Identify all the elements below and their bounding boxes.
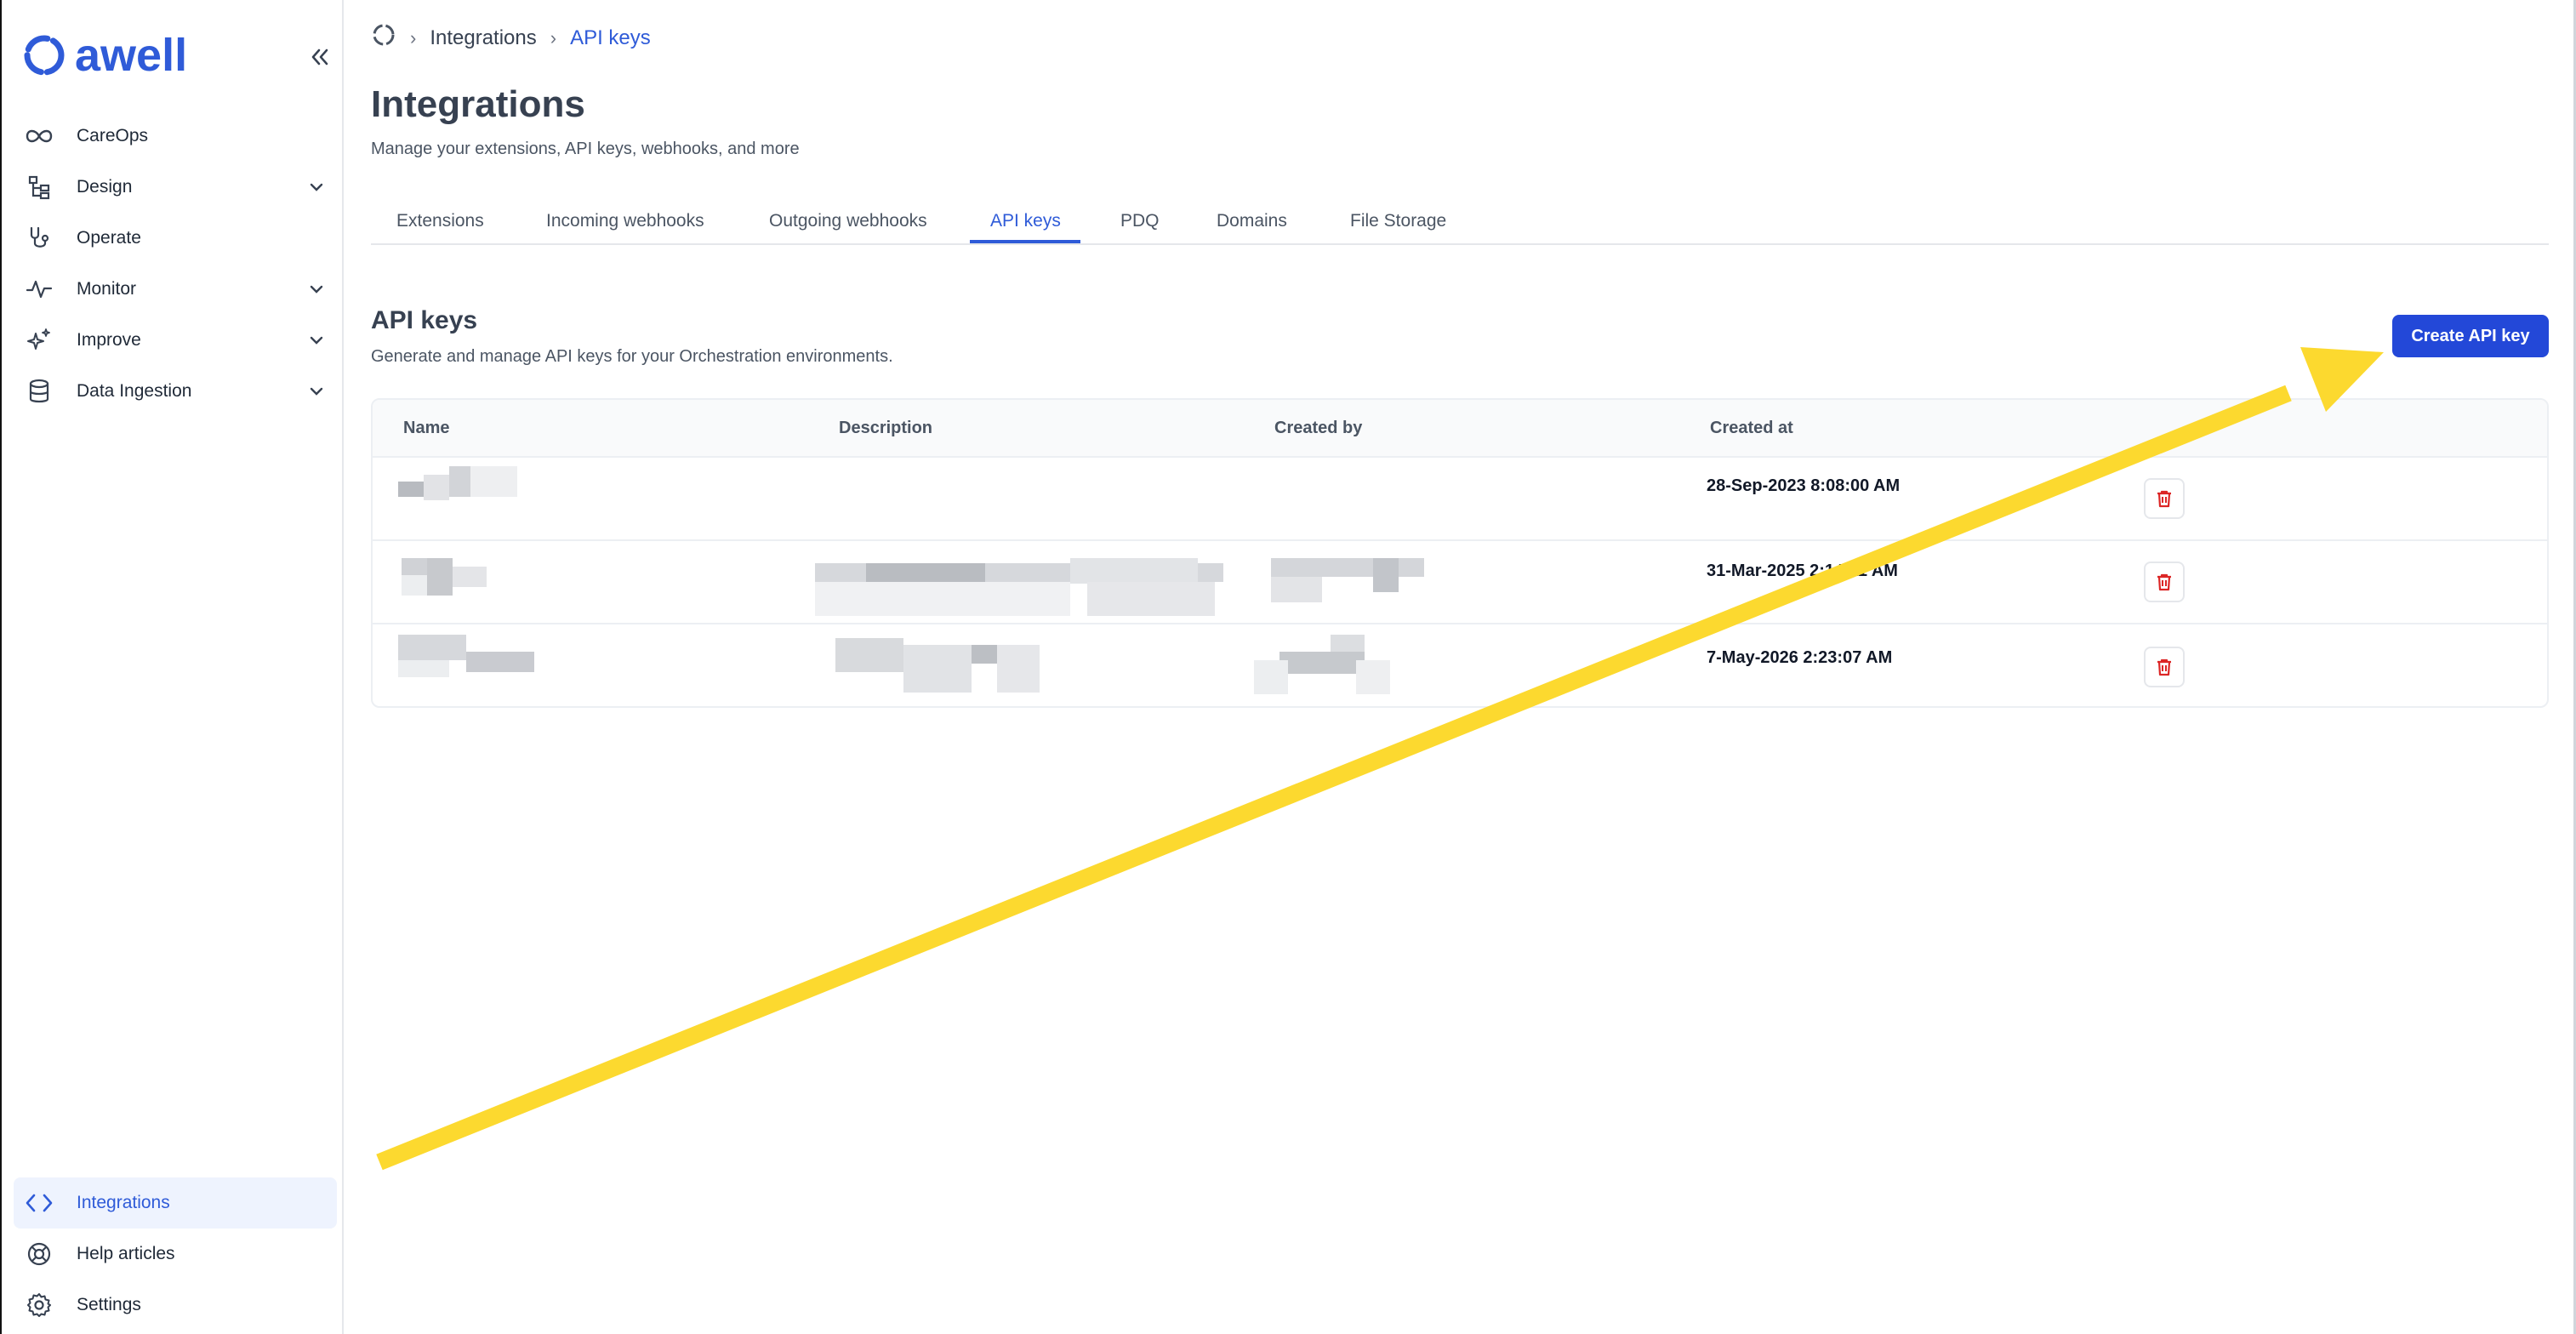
chevron-down-icon[interactable] (306, 177, 327, 197)
delete-button[interactable] (2144, 478, 2185, 519)
trash-icon (2157, 490, 2171, 508)
tab-pdq[interactable]: PDQ (1120, 211, 1160, 231)
section-subtitle: Generate and manage API keys for your Or… (371, 347, 893, 366)
column-header-name[interactable]: Name (403, 419, 449, 438)
sidebar: awell CareOps Design Operate Monitor Imp… (2, 0, 344, 1334)
active-tab-indicator (970, 240, 1080, 243)
sidebar-item-label: CareOps (77, 126, 149, 145)
tree-structure-icon (22, 170, 56, 204)
tab-extensions[interactable]: Extensions (396, 211, 484, 231)
breadcrumb: › Integrations › API keys (371, 22, 651, 54)
redacted-name (398, 635, 534, 682)
table-header: Name Description Created by Created at (373, 400, 2547, 458)
breadcrumb-integrations[interactable]: Integrations (430, 26, 536, 50)
sidebar-item-label: Help articles (77, 1244, 175, 1263)
tab-api-keys[interactable]: API keys (990, 211, 1061, 231)
tab-bar: Extensions Incoming webhooks Outgoing we… (371, 201, 2549, 245)
created-at-cell: 28-Sep-2023 8:08:00 AM (1707, 476, 1901, 495)
chevron-down-icon[interactable] (306, 330, 327, 351)
column-header-created-at[interactable]: Created at (1710, 419, 1793, 438)
sidebar-item-help-articles[interactable]: Help articles (14, 1229, 337, 1280)
sidebar-item-monitor[interactable]: Monitor (14, 264, 337, 315)
table-row[interactable]: 31-Mar-2025 2:14:11 AM (373, 541, 2547, 624)
sidebar-item-label: Design (77, 177, 133, 197)
redacted-name (398, 466, 517, 504)
sidebar-item-careops[interactable]: CareOps (14, 111, 337, 162)
trash-icon (2157, 658, 2171, 676)
logo-text: awell (75, 30, 188, 81)
chevron-down-icon[interactable] (306, 381, 327, 402)
redacted-created-by (1254, 635, 1390, 694)
breadcrumb-separator-icon: › (410, 26, 417, 48)
page-title: Integrations (371, 83, 585, 125)
sidebar-item-operate[interactable]: Operate (14, 213, 337, 264)
gear-icon (22, 1288, 56, 1322)
delete-button[interactable] (2144, 647, 2185, 687)
breadcrumb-separator-icon: › (550, 26, 557, 48)
redacted-description (835, 638, 1040, 693)
awell-logo-icon (24, 35, 65, 76)
section-title: API keys (371, 306, 478, 334)
sidebar-item-label: Settings (77, 1295, 141, 1314)
page-subtitle: Manage your extensions, API keys, webhoo… (371, 140, 800, 158)
collapse-sidebar-icon[interactable] (306, 44, 332, 70)
activity-pulse-icon (22, 272, 56, 306)
main-nav: CareOps Design Operate Monitor Improve D… (14, 111, 337, 417)
trash-icon (2157, 573, 2171, 591)
created-at-cell: 7-May-2026 2:23:07 AM (1707, 648, 1893, 667)
sidebar-item-improve[interactable]: Improve (14, 315, 337, 366)
sidebar-item-integrations[interactable]: Integrations (14, 1177, 337, 1229)
sparkles-icon (22, 323, 56, 357)
stethoscope-icon (22, 221, 56, 255)
lifebuoy-icon (22, 1237, 56, 1271)
tab-domains[interactable]: Domains (1217, 211, 1287, 231)
code-brackets-icon (22, 1186, 56, 1220)
redacted-description (815, 558, 1223, 618)
chevron-down-icon[interactable] (306, 279, 327, 299)
sidebar-item-label: Data Ingestion (77, 381, 192, 401)
tab-outgoing-webhooks[interactable]: Outgoing webhooks (769, 211, 927, 231)
breadcrumb-api-keys[interactable]: API keys (570, 26, 651, 50)
tab-file-storage[interactable]: File Storage (1350, 211, 1446, 231)
sidebar-item-settings[interactable]: Settings (14, 1280, 337, 1331)
column-header-created-by[interactable]: Created by (1274, 419, 1362, 438)
main-content: › Integrations › API keys Integrations M… (371, 0, 2549, 1334)
created-at-cell: 31-Mar-2025 2:14:11 AM (1707, 562, 1898, 580)
sidebar-item-design[interactable]: Design (14, 162, 337, 213)
infinity-icon (22, 119, 56, 153)
table-row[interactable]: 28-Sep-2023 8:08:00 AM (373, 458, 2547, 541)
redacted-created-by (1254, 558, 1424, 609)
column-header-description[interactable]: Description (839, 419, 932, 438)
sidebar-item-label: Integrations (77, 1193, 170, 1212)
create-api-key-button[interactable]: Create API key (2392, 315, 2549, 357)
tab-incoming-webhooks[interactable]: Incoming webhooks (546, 211, 704, 231)
database-icon (22, 374, 56, 408)
sidebar-item-label: Operate (77, 228, 141, 248)
delete-button[interactable] (2144, 562, 2185, 602)
table-row[interactable]: 7-May-2026 2:23:07 AM (373, 626, 2547, 706)
sidebar-item-data-ingestion[interactable]: Data Ingestion (14, 366, 337, 417)
sidebar-item-label: Monitor (77, 279, 137, 299)
bottom-nav: Integrations Help articles Settings (14, 1177, 337, 1331)
redacted-name (402, 558, 521, 596)
home-spinner-icon[interactable] (371, 22, 396, 54)
api-keys-table: Name Description Created by Created at 2… (371, 398, 2549, 708)
sidebar-item-label: Improve (77, 330, 141, 350)
awell-logo[interactable]: awell (22, 32, 187, 78)
